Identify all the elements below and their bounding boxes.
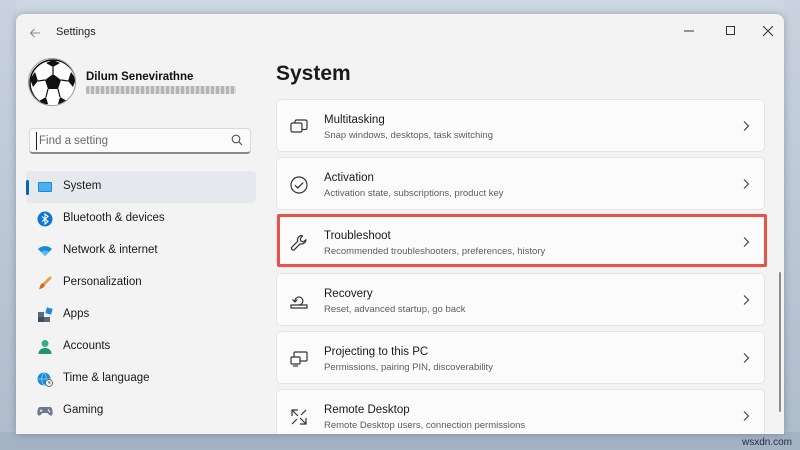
chevron-right-icon <box>743 237 750 247</box>
projecting-icon <box>290 351 308 367</box>
sidebar-item-network[interactable]: Network & internet <box>26 235 256 267</box>
settings-card-recovery[interactable]: Recovery Reset, advanced startup, go bac… <box>276 273 765 326</box>
sidebar-item-label: Apps <box>63 308 90 320</box>
recovery-icon <box>290 296 308 309</box>
card-subtitle: Activation state, subscriptions, product… <box>324 188 504 199</box>
card-subtitle: Recommended troubleshooters, preferences… <box>324 246 546 257</box>
maximize-icon <box>725 26 735 36</box>
minimize-button[interactable] <box>671 17 707 43</box>
search-input[interactable] <box>36 132 216 150</box>
sidebar-nav: System Bluetooth & devices Network & int… <box>26 171 256 427</box>
sidebar-item-time-language[interactable]: Time & language <box>26 363 256 395</box>
sidebar-item-label: Personalization <box>63 276 142 288</box>
desktop-background-left <box>0 0 16 450</box>
chevron-right-icon <box>743 353 750 363</box>
title-bar: Settings <box>16 14 784 52</box>
soccer-ball-icon <box>29 59 75 105</box>
multitasking-icon <box>290 119 308 133</box>
chevron-right-icon <box>743 295 750 305</box>
card-title: Activation <box>324 172 374 184</box>
desktop-background-bottom <box>0 432 800 450</box>
close-icon <box>762 25 774 36</box>
settings-card-projecting[interactable]: Projecting to this PC Permissions, pairi… <box>276 331 765 384</box>
card-title: Remote Desktop <box>324 404 410 416</box>
check-circle-icon <box>290 176 308 194</box>
sidebar-item-gaming[interactable]: Gaming <box>26 395 256 427</box>
selection-indicator <box>26 180 29 195</box>
maximize-button[interactable] <box>712 17 748 43</box>
sidebar-item-label: System <box>63 180 102 192</box>
settings-card-remote-desktop[interactable]: Remote Desktop Remote Desktop users, con… <box>276 389 765 434</box>
chevron-right-icon <box>743 121 750 131</box>
card-subtitle: Reset, advanced startup, go back <box>324 304 466 315</box>
wifi-icon <box>38 246 52 256</box>
desktop-background-right <box>784 0 800 450</box>
card-title: Projecting to this PC <box>324 346 429 358</box>
app-title: Settings <box>56 26 96 38</box>
settings-card-multitasking[interactable]: Multitasking Snap windows, desktops, tas… <box>276 99 765 152</box>
sidebar-item-bluetooth[interactable]: Bluetooth & devices <box>26 203 256 235</box>
card-subtitle: Snap windows, desktops, task switching <box>324 130 493 141</box>
chevron-right-icon <box>743 411 750 421</box>
sidebar-item-label: Bluetooth & devices <box>63 212 165 224</box>
card-title: Recovery <box>324 288 373 300</box>
settings-card-activation[interactable]: Activation Activation state, subscriptio… <box>276 157 765 210</box>
sidebar-item-label: Accounts <box>63 340 111 352</box>
person-icon <box>38 340 52 354</box>
sidebar-item-accounts[interactable]: Accounts <box>26 331 256 363</box>
bluetooth-icon <box>37 211 53 227</box>
settings-window: Settings Dilum Senevirathne Find a setti… <box>16 14 784 434</box>
chevron-right-icon <box>743 179 750 189</box>
sidebar-item-personalization[interactable]: Personalization <box>26 267 256 299</box>
scrollbar[interactable] <box>779 272 781 412</box>
avatar[interactable] <box>28 58 76 106</box>
apps-icon <box>38 307 53 322</box>
sidebar-item-label: Time & language <box>63 372 150 384</box>
search-box[interactable] <box>29 128 251 154</box>
user-email-redacted <box>86 86 236 94</box>
close-button[interactable] <box>750 17 784 43</box>
remote-desktop-icon <box>291 409 307 425</box>
globe-clock-icon <box>37 372 53 387</box>
card-subtitle: Permissions, pairing PIN, discoverabilit… <box>324 362 493 373</box>
sidebar-item-label: Network & internet <box>63 244 158 256</box>
back-arrow-icon <box>29 28 40 38</box>
minimize-icon <box>684 30 694 32</box>
settings-card-troubleshoot[interactable]: Troubleshoot Recommended troubleshooters… <box>276 215 765 268</box>
watermark: wsxdn.com <box>741 437 792 448</box>
back-button[interactable] <box>24 24 46 42</box>
card-subtitle: Remote Desktop users, connection permiss… <box>324 420 526 431</box>
card-title: Troubleshoot <box>324 230 391 242</box>
user-name: Dilum Senevirathne <box>86 71 194 83</box>
sidebar-item-label: Gaming <box>63 404 104 416</box>
gamepad-icon <box>37 407 53 416</box>
page-title: System <box>276 62 351 85</box>
monitor-icon <box>38 182 52 192</box>
sidebar-item-apps[interactable]: Apps <box>26 299 256 331</box>
sidebar-item-system[interactable]: System <box>26 171 256 203</box>
card-title: Multitasking <box>324 114 385 126</box>
paintbrush-icon <box>39 276 52 289</box>
wrench-icon <box>290 234 307 251</box>
search-icon[interactable] <box>231 134 243 146</box>
